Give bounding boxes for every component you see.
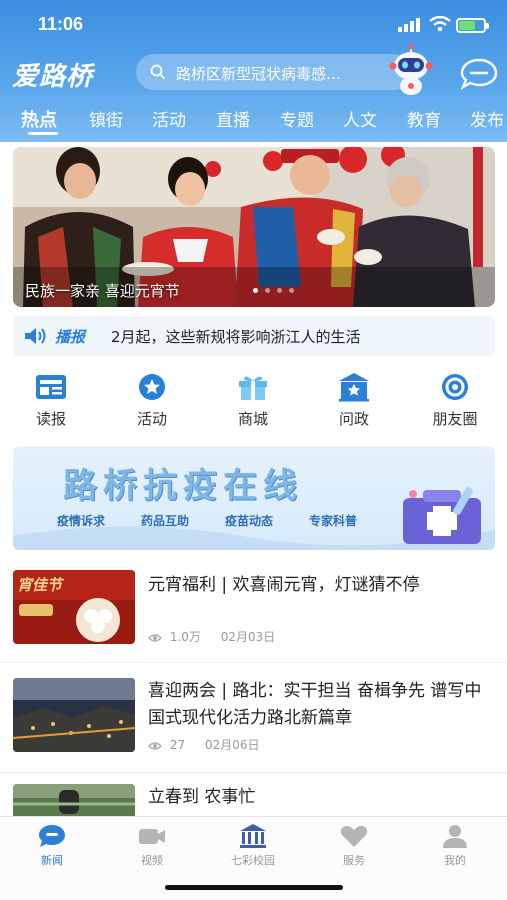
wifi-icon (429, 16, 451, 32)
quick-action-newspaper[interactable]: 读报 (11, 372, 91, 429)
publish-date: 02月03日 (220, 630, 276, 644)
robot-assistant-icon[interactable] (384, 44, 438, 96)
carousel-dot[interactable] (265, 288, 270, 293)
tab-live[interactable]: 直播 (216, 106, 250, 131)
search-bar[interactable]: 路桥区新型冠状病毒感… (136, 54, 412, 90)
tabbar-video[interactable]: 视频 (107, 823, 197, 868)
tab-release[interactable]: 发布 (470, 106, 504, 131)
tabbar-news[interactable]: 新闻 (7, 823, 97, 868)
carousel-dot[interactable] (289, 288, 294, 293)
tabbar-label: 新闻 (41, 854, 63, 867)
promo-item: 药品互助 (141, 514, 190, 528)
quick-action-label: 商城 (237, 410, 268, 428)
article-thumbnail (13, 784, 135, 816)
tab-topics[interactable]: 专题 (280, 106, 314, 131)
tab-activities[interactable]: 活动 (152, 106, 186, 131)
ticker-headline[interactable]: 2月起，这些新规将影响浙江人的生活 (111, 326, 361, 347)
tabbar-services[interactable]: 服务 (309, 823, 399, 868)
article-thumbnail (13, 678, 135, 752)
article-title: 立春到 农事忙 (148, 787, 256, 807)
promo-item: 疫情诉求 (57, 514, 106, 528)
carousel-dots (253, 278, 301, 297)
view-count: 27 (169, 738, 186, 752)
quick-action-label: 问政 (338, 410, 369, 428)
divider (0, 772, 507, 773)
article-item[interactable]: 宵佳节 元宵福利 | 欢喜闹元宵，灯谜猜不停 1.0万 02月03日 (0, 566, 507, 662)
article-item[interactable]: 立春到 农事忙 (0, 782, 507, 816)
active-tab-indicator (28, 132, 58, 135)
home-indicator[interactable] (165, 885, 343, 890)
quick-action-label: 活动 (136, 410, 167, 428)
article-item[interactable]: 喜迎两会 | 路北：实干担当 奋楫争先 谱写中国式现代化活力路北新篇章 27 0… (0, 672, 507, 772)
search-icon (150, 64, 166, 80)
promo-item: 专家科普 (309, 514, 358, 528)
tabbar-profile[interactable]: 我的 (410, 823, 500, 868)
news-chat-icon (39, 825, 65, 847)
views-eye-icon (148, 741, 162, 750)
quick-action-activities[interactable]: 活动 (112, 372, 192, 429)
banner-caption: 民族一家亲 喜迎元宵节 (25, 282, 180, 300)
tabbar-label: 服务 (343, 854, 365, 867)
battery-icon (456, 18, 489, 33)
circle-friends-icon (442, 374, 468, 400)
category-tabs: 热点 镇街 活动 直播 专题 人文 教育 发布 (0, 104, 507, 135)
tab-hot[interactable]: 热点 (21, 106, 57, 132)
article-meta: 1.0万 02月03日 (148, 628, 275, 645)
divider (0, 662, 507, 663)
quick-action-label: 读报 (35, 410, 66, 428)
tabbar-label: 我的 (444, 854, 466, 867)
search-placeholder: 路桥区新型冠状病毒感… (176, 65, 342, 83)
speaker-icon (25, 328, 46, 344)
video-camera-icon (139, 829, 165, 844)
quick-action-moments[interactable]: 朋友圈 (415, 372, 495, 429)
hero-banner[interactable]: 民族一家亲 喜迎元宵节 (13, 147, 495, 307)
views-eye-icon (148, 633, 162, 642)
gift-icon (239, 376, 267, 400)
quick-action-label: 朋友圈 (432, 410, 478, 428)
star-badge-icon (139, 374, 165, 400)
tabbar-label: 视频 (141, 854, 163, 867)
publish-date: 02月06日 (204, 738, 260, 752)
app-header: 11:06 爱路桥 路桥区新型冠状病毒感… 热点 镇街 活动 直播 专题 人文 … (0, 0, 507, 142)
quick-action-mall[interactable]: 商城 (213, 372, 293, 429)
view-count: 1.0万 (169, 630, 201, 644)
article-meta: 27 02月06日 (148, 736, 259, 753)
quick-actions: 读报 活动 商城 问政 朋友圈 (0, 372, 507, 436)
chat-bubble-icon[interactable] (460, 58, 498, 90)
anti-epidemic-banner[interactable]: 路桥抗疫在线 疫情诉求 药品互助 疫苗动态 专家科普 (13, 446, 495, 550)
news-ticker[interactable]: 播报 2月起，这些新规将影响浙江人的生活 (13, 316, 495, 356)
campus-building-icon (240, 824, 266, 848)
carousel-dot[interactable] (253, 288, 258, 293)
tab-culture[interactable]: 人文 (343, 106, 377, 131)
status-time: 11:06 (38, 14, 84, 34)
cellular-signal-icon (398, 18, 420, 32)
government-building-icon (339, 373, 369, 402)
carousel-dot[interactable] (277, 288, 282, 293)
user-profile-icon (443, 825, 467, 848)
heart-service-icon (340, 826, 368, 847)
thumbnail-text: 宵佳节 (17, 576, 63, 594)
tab-towns[interactable]: 镇街 (89, 106, 123, 131)
status-bar: 11:06 (0, 12, 507, 38)
tabbar-label: 七彩校园 (231, 854, 275, 867)
promo-item: 疫苗动态 (225, 514, 274, 528)
article-thumbnail: 宵佳节 (13, 570, 135, 644)
newspaper-icon (36, 375, 66, 399)
tabbar-campus[interactable]: 七彩校园 (208, 823, 298, 868)
promo-title: 路桥抗疫在线 (63, 466, 303, 506)
app-logo: 爱路桥 (12, 62, 94, 92)
ticker-tag: 播报 (55, 328, 86, 346)
quick-action-politics[interactable]: 问政 (314, 372, 394, 429)
article-title: 元宵福利 | 欢喜闹元宵，灯谜猜不停 (148, 575, 420, 595)
tab-education[interactable]: 教育 (407, 106, 441, 131)
article-title: 喜迎两会 | 路北：实干担当 奋楫争先 谱写中国式现代化活力路北新篇章 (148, 681, 482, 728)
